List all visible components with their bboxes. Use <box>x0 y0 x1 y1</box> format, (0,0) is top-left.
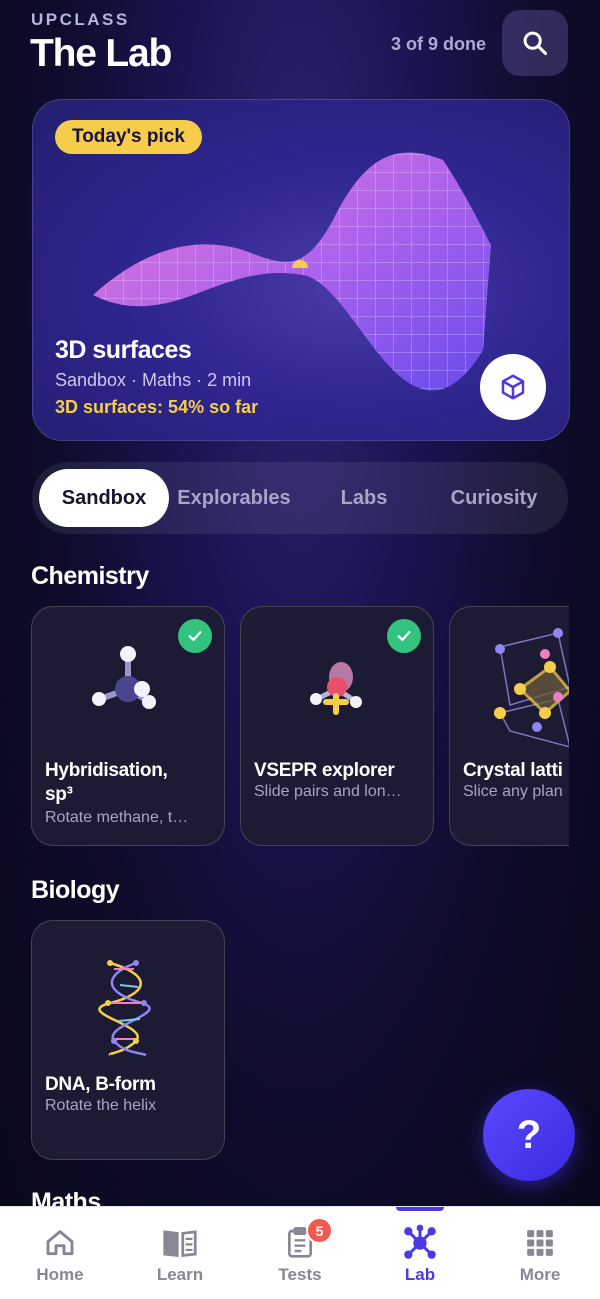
nav-learn[interactable]: Learn <box>120 1207 240 1299</box>
nav-label: Lab <box>404 1265 436 1284</box>
book-icon <box>160 1223 200 1263</box>
nav-more[interactable]: More <box>480 1207 600 1299</box>
methane-molecule-icon <box>92 646 156 709</box>
nav-lab[interactable]: Lab <box>360 1207 480 1299</box>
todays-pick-card[interactable]: Today's pick 3D surfaces Sandbox · Maths… <box>32 99 570 441</box>
card-title: DNA, B-form <box>45 1074 156 1095</box>
card-title: Hybridisation, <box>45 760 168 781</box>
crystal-lattice-icon <box>494 628 569 748</box>
card-dna-b-form[interactable]: DNA, B-form Rotate the helix <box>31 920 225 1160</box>
card-vsepr-explorer[interactable]: VSEPR explorer Slide pairs and lon… <box>240 606 434 846</box>
tab-labs[interactable]: Labs <box>299 469 429 527</box>
nav-label: More <box>519 1265 561 1284</box>
nav-home[interactable]: Home <box>0 1207 120 1299</box>
card-subtitle: Slide pairs and lon… <box>254 783 402 800</box>
tab-curiosity[interactable]: Curiosity <box>429 469 559 527</box>
active-indicator <box>396 1207 444 1211</box>
section-title-biology: Biology <box>31 876 120 904</box>
category-tabs: Sandbox Explorables Labs Curiosity <box>32 462 568 534</box>
molecule-icon <box>400 1223 440 1263</box>
hero-progress: 3D surfaces: 54% so far <box>55 397 259 417</box>
nav-tests[interactable]: 5 Tests <box>240 1207 360 1299</box>
nav-label: Home <box>36 1265 84 1284</box>
card-subtitle: Rotate methane, t… <box>45 809 189 826</box>
card-subtitle: Rotate the helix <box>45 1097 157 1114</box>
home-icon <box>40 1223 80 1263</box>
tests-badge: 5 <box>306 1217 333 1244</box>
vsepr-molecule-icon <box>310 662 362 715</box>
search-icon <box>523 31 548 56</box>
hero-meta: Sandbox · Maths · 2 min <box>55 370 252 390</box>
nav-label: Learn <box>156 1265 204 1284</box>
card-crystal-lattice[interactable]: Crystal latti Slice any plan <box>449 606 569 846</box>
progress-counter: 3 of 9 done <box>390 34 486 54</box>
tab-sandbox[interactable]: Sandbox <box>39 469 169 527</box>
chemistry-card-row: Hybridisation, sp³ Rotate methane, t… VS… <box>31 606 569 850</box>
card-hybridisation[interactable]: Hybridisation, sp³ Rotate methane, t… <box>31 606 225 846</box>
card-title: VSEPR explorer <box>254 760 395 781</box>
section-title-chemistry: Chemistry <box>31 562 149 590</box>
brand-label: UPCLASS <box>31 10 130 29</box>
dna-helix-icon <box>98 960 151 1057</box>
cube-icon <box>501 374 525 400</box>
todays-pick-badge: Today's pick <box>55 120 202 154</box>
card-title: Crystal latti <box>463 760 563 781</box>
help-button[interactable]: ? <box>483 1089 575 1181</box>
hero-title: 3D surfaces <box>55 336 192 364</box>
nav-label: Tests <box>278 1265 322 1284</box>
page-title: The Lab <box>30 32 172 75</box>
card-title-line2: sp³ <box>45 784 73 805</box>
grid-icon <box>520 1223 560 1263</box>
ar-view-button[interactable] <box>480 354 546 420</box>
tab-explorables[interactable]: Explorables <box>169 469 299 527</box>
search-button[interactable] <box>502 10 568 76</box>
card-subtitle: Slice any plan <box>463 783 563 800</box>
bottom-nav: Home Learn 5 Tests Lab More <box>0 1206 600 1299</box>
